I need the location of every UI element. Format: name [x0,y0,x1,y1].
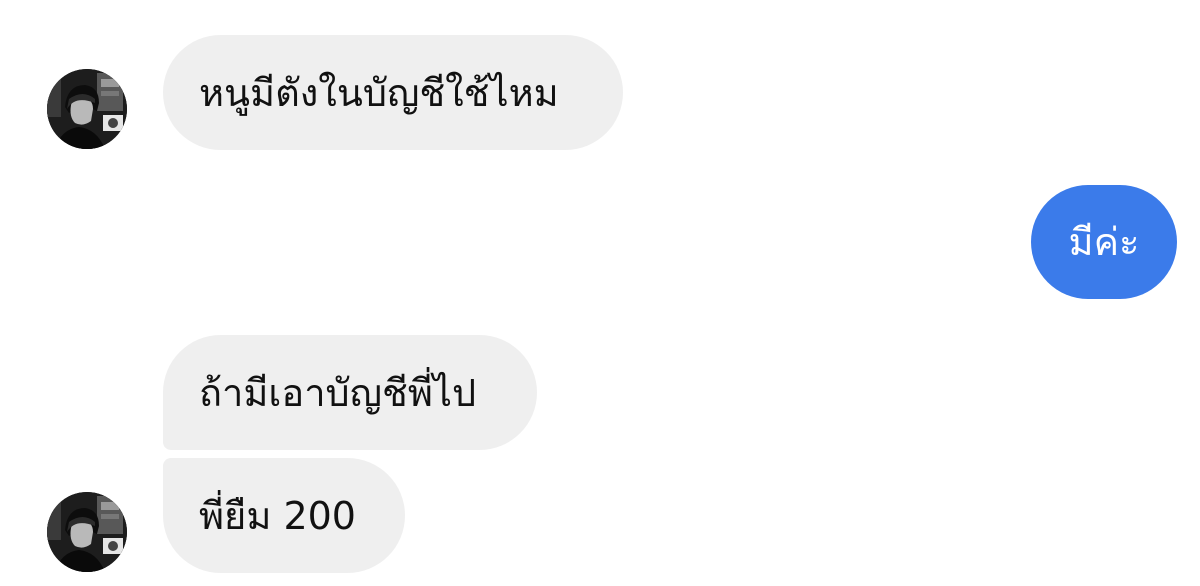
message-bubble-outgoing[interactable]: มีค่ะ [1031,185,1177,299]
message-bubble-incoming[interactable]: พี่ยืม 200 [163,458,405,573]
message-bubble-incoming[interactable]: หนูมีตังในบัญชีใช้ไหม [163,35,623,150]
message-bubble-incoming[interactable]: ถ้ามีเอาบัญชีพี่ไป [163,335,537,450]
avatar[interactable] [47,492,127,572]
profile-photo-icon [47,492,127,572]
profile-photo-icon [47,69,127,149]
chat-thread: หนูมีตังในบัญชีใช้ไหม มีค่ะ ถ้ามีเอาบัญช… [0,0,1200,586]
avatar[interactable] [47,69,127,149]
